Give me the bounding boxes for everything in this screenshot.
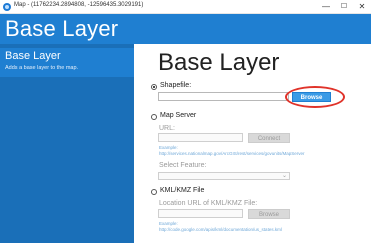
window-titlebar: Map - (11762234.2894808, -12596435.30291…: [0, 0, 371, 14]
maximize-icon[interactable]: ☐: [335, 1, 353, 13]
sidebar-item-base-layer[interactable]: Base Layer Adds a base layer to the map.: [0, 48, 134, 77]
kml-example: Example: http://code.google.com/apis/kml…: [159, 221, 282, 232]
highlight-annotation: [285, 86, 345, 108]
shapefile-label: Shapefile:: [160, 82, 192, 89]
page-title: Base Layer: [158, 49, 280, 76]
kml-label: KML/KMZ File: [160, 187, 205, 194]
shapefile-radio[interactable]: [151, 84, 157, 90]
window-title: Map - (11762234.2894808, -12596435.30291…: [14, 2, 144, 8]
app-globe-icon: [3, 3, 11, 11]
sidebar: Base Layer Adds a base layer to the map.: [0, 44, 134, 243]
minimize-icon[interactable]: —: [317, 1, 335, 13]
sidebar-item-description: Adds a base layer to the map.: [5, 65, 79, 71]
map-server-url-label: URL:: [159, 125, 175, 132]
header-title: Base Layer: [5, 16, 119, 41]
kml-url-input[interactable]: [158, 209, 243, 218]
shapefile-path-input[interactable]: [158, 92, 289, 101]
close-icon[interactable]: ✕: [353, 1, 371, 13]
map-server-connect-button[interactable]: Connect: [248, 133, 290, 143]
select-feature-label: Select Feature:: [159, 162, 207, 169]
map-server-radio[interactable]: [151, 114, 157, 120]
kml-radio[interactable]: [151, 189, 157, 195]
kml-browse-button[interactable]: Browse: [248, 209, 290, 219]
map-server-label: Map Server: [160, 112, 197, 119]
map-server-url-input[interactable]: [158, 133, 243, 142]
sidebar-item-label: Base Layer: [5, 50, 61, 62]
select-feature-dropdown[interactable]: ⌄: [158, 172, 290, 180]
kml-url-label: Location URL of KML/KMZ File:: [159, 200, 258, 207]
chevron-down-icon: ⌄: [281, 173, 287, 179]
map-server-example: Example: http://services.nationalmap.gov…: [159, 145, 305, 156]
app-header: Base Layer: [0, 14, 371, 44]
